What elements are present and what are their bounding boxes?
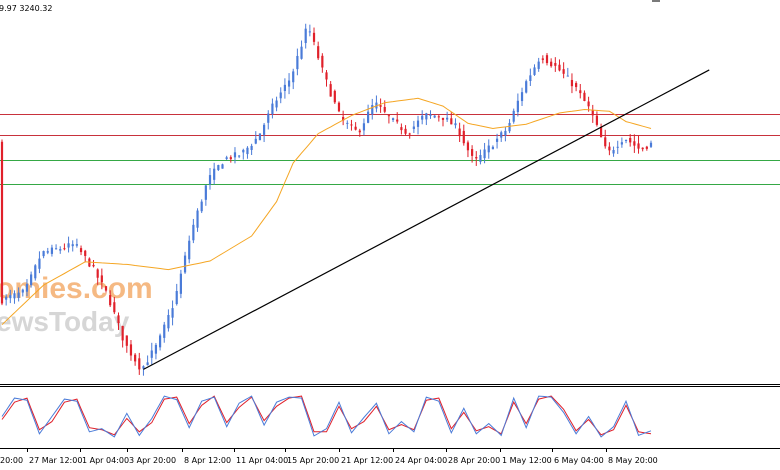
x-tick-label: 24 Apr 04:00 [395, 456, 447, 465]
x-tick-label: 6 May 04:00 [554, 456, 604, 465]
candle [258, 133, 262, 141]
candle [221, 163, 224, 169]
candle [525, 79, 528, 94]
x-tick-label: 3 Apr 20:00 [129, 456, 176, 465]
watermark-line1: omies.com [0, 272, 153, 305]
watermark-line2: ewsToday [0, 306, 130, 337]
x-tick-label: 11 Apr 04:00 [236, 456, 288, 465]
candle [333, 89, 336, 104]
candle [34, 264, 37, 281]
candle [337, 101, 341, 113]
chart-root: omies.com ewsToday 9.97 3240.32 20:00 27 … [0, 0, 780, 465]
x-tick-label: 8 Apr 12:00 [184, 456, 231, 465]
x-tick-label: 1 May 12:00 [502, 456, 552, 465]
x-tick-label: 1 Apr 04:00 [82, 456, 129, 465]
ohlc-readout: 9.97 3240.32 [0, 4, 52, 13]
x-tick-label: 20:00 [0, 456, 23, 465]
x-tick-label: 8 May 20:00 [608, 456, 658, 465]
x-tick-label: 28 Apr 20:00 [448, 456, 500, 465]
candle [0, 139, 4, 306]
x-tick-label: 21 Apr 12:00 [341, 456, 393, 465]
x-tick-label: 27 Mar 12:00 [29, 456, 82, 465]
x-axis: 20:00 27 Mar 12:00 1 Apr 04:00 3 Apr 20:00 8… [0, 448, 658, 465]
stochastic-pane [1, 395, 652, 438]
x-tick-label: 15 Apr 20:00 [287, 456, 339, 465]
